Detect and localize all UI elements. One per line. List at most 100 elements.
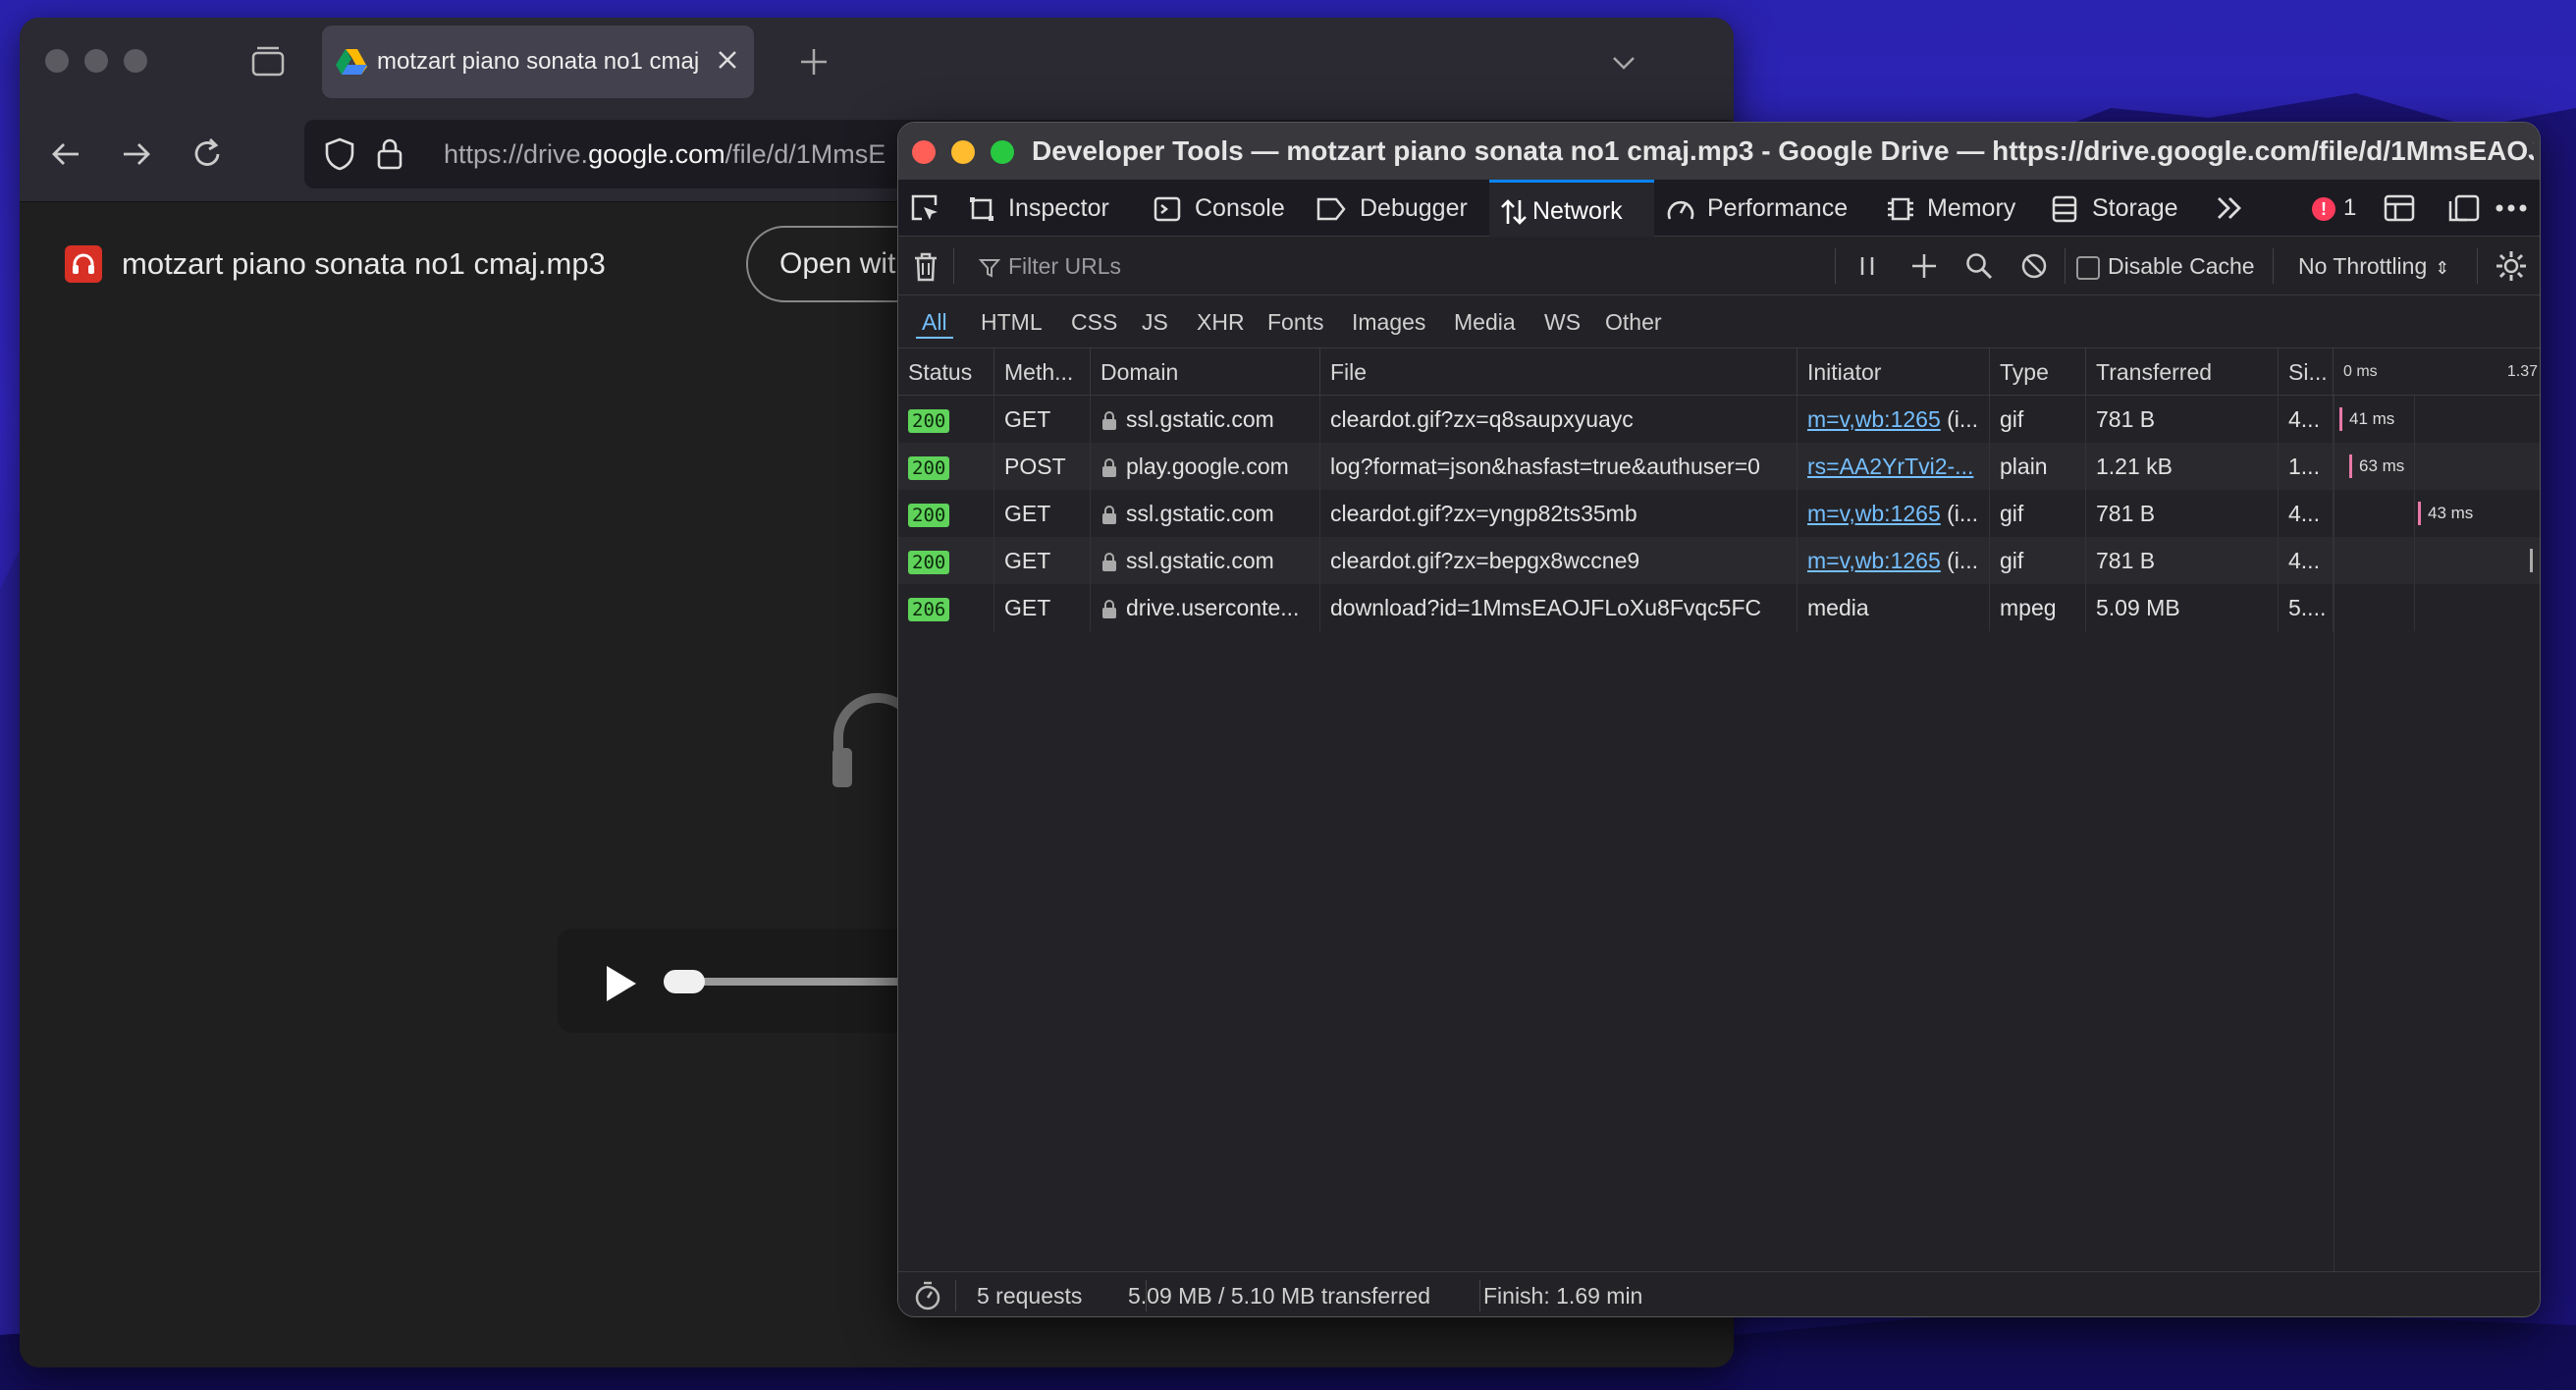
filter-media[interactable]: Media — [1454, 295, 1516, 348]
cell-initiator[interactable]: media — [1798, 584, 1990, 631]
search-icon[interactable] — [1964, 251, 1994, 281]
table-row[interactable]: 206 GET drive.userconte... download?id=1Mms… — [898, 584, 2540, 631]
zoom-devtools-button[interactable] — [991, 140, 1014, 164]
filter-html[interactable]: HTML — [981, 295, 1043, 348]
filter-urls-input[interactable]: Filter URLs — [979, 237, 1744, 295]
column-method[interactable]: Meth... — [994, 348, 1091, 396]
table-row[interactable]: 200 GET ssl.gstatic.com cleardot.gif?zx=bep… — [898, 537, 2540, 584]
throttling-label: No Throttling — [2298, 253, 2428, 279]
close-window-button[interactable] — [45, 49, 69, 73]
url-text: https://drive.google.com/file/d/1MmsE — [444, 120, 886, 188]
audio-file-icon — [65, 245, 102, 283]
disable-cache-checkbox[interactable]: Disable Cache — [2076, 237, 2255, 295]
column-transferred[interactable]: Transferred — [2086, 348, 2279, 396]
cell-method: GET — [994, 537, 1091, 584]
domain-text: play.google.com — [1126, 454, 1289, 479]
error-count[interactable]: 1 — [2343, 180, 2356, 237]
filter-ws[interactable]: WS — [1544, 295, 1581, 348]
close-devtools-button[interactable] — [912, 140, 936, 164]
table-row[interactable]: 200 POST play.google.com log?format=json&ha… — [898, 443, 2540, 490]
more-options-icon[interactable] — [2495, 201, 2528, 215]
tab-debugger[interactable]: Debugger — [1316, 180, 1468, 237]
initiator-link[interactable]: m=v,wb:1265 — [1807, 548, 1941, 573]
tab-console[interactable]: Console — [1154, 180, 1285, 237]
tab-overview-icon[interactable] — [249, 43, 287, 80]
tab-performance[interactable]: Performance — [1667, 180, 1848, 237]
network-settings-gear-icon[interactable] — [2495, 249, 2528, 283]
filter-js[interactable]: JS — [1142, 295, 1168, 348]
play-button[interactable] — [603, 964, 638, 1003]
zoom-window-button[interactable] — [124, 49, 147, 73]
domain-text: ssl.gstatic.com — [1126, 548, 1274, 573]
throttling-select[interactable]: No Throttling ⇕ — [2298, 237, 2449, 295]
filter-images[interactable]: Images — [1352, 295, 1425, 348]
status-badge: 200 — [908, 455, 950, 480]
divider — [955, 1280, 956, 1311]
element-picker-icon[interactable] — [908, 191, 941, 225]
tab-inspector[interactable]: Inspector — [970, 180, 1109, 237]
close-tab-icon[interactable] — [711, 43, 744, 77]
tab-storage[interactable]: Storage — [2052, 180, 2178, 237]
table-row[interactable]: 200 GET ssl.gstatic.com cleardot.gif?zx=q8s… — [898, 396, 2540, 443]
cell-initiator[interactable]: m=v,wb:1265 (i... — [1798, 537, 1990, 584]
cell-initiator[interactable]: m=v,wb:1265 (i... — [1798, 396, 1990, 443]
cell-file: cleardot.gif?zx=bepgx8wccne9 — [1320, 537, 1798, 584]
waterfall-timing-bar[interactable] — [2349, 454, 2352, 478]
filter-other[interactable]: Other — [1605, 295, 1662, 348]
domain-text: ssl.gstatic.com — [1126, 501, 1274, 526]
filter-fonts[interactable]: Fonts — [1267, 295, 1324, 348]
waterfall-timing-label: 63 ms — [2359, 456, 2405, 475]
back-button[interactable] — [47, 135, 84, 173]
column-file[interactable]: File — [1320, 348, 1798, 396]
minimize-window-button[interactable] — [84, 49, 108, 73]
filter-css-label: CSS — [1071, 309, 1118, 335]
column-status[interactable]: Status — [898, 348, 994, 396]
cell-domain: ssl.gstatic.com — [1091, 537, 1320, 584]
more-tools-chevron-icon[interactable] — [2214, 193, 2245, 223]
lock-icon[interactable] — [375, 136, 404, 172]
column-type[interactable]: Type — [1990, 348, 2086, 396]
dock-side-icon[interactable] — [2447, 193, 2481, 223]
tracking-protection-shield-icon[interactable] — [322, 136, 357, 172]
tab-network[interactable]: Network — [1489, 180, 1654, 237]
cell-status: 200 — [898, 537, 994, 584]
network-status-bar: 5 requests 5.09 MB / 5.10 MB transferred… — [898, 1271, 2540, 1316]
waterfall-timing-bar[interactable] — [2530, 549, 2533, 572]
status-badge: 206 — [908, 597, 950, 621]
browser-tab[interactable]: motzart piano sonata no1 cmaj.r — [322, 26, 754, 98]
tab-debugger-label: Debugger — [1360, 194, 1468, 222]
block-requests-icon[interactable] — [2019, 251, 2049, 281]
initiator-link[interactable]: m=v,wb:1265 — [1807, 406, 1941, 432]
waterfall-timing-bar[interactable] — [2418, 502, 2421, 525]
filter-css[interactable]: CSS — [1071, 295, 1117, 348]
add-request-blocking-plus-icon[interactable] — [1909, 251, 1939, 281]
column-size[interactable]: Si... — [2279, 348, 2334, 396]
forward-button[interactable] — [118, 135, 155, 173]
reload-button[interactable] — [188, 135, 226, 173]
network-filter-bar: Filter URLs Disable Cache No Throttling ⇕ — [898, 237, 2540, 295]
column-waterfall[interactable]: 0 ms 1.37 — [2334, 348, 2540, 396]
tab-list-chevron-down-icon[interactable] — [1606, 45, 1641, 80]
table-row[interactable]: 200 GET ssl.gstatic.com cleardot.gif?zx=yng… — [898, 490, 2540, 537]
cell-initiator[interactable]: m=v,wb:1265 (i... — [1798, 490, 1990, 537]
column-domain[interactable]: Domain — [1091, 348, 1320, 396]
initiator-link[interactable]: rs=AA2YrTvi2-... — [1807, 454, 1973, 479]
clear-trash-icon[interactable] — [912, 251, 939, 283]
column-initiator[interactable]: Initiator — [1798, 348, 1990, 396]
split-console-icon[interactable] — [2383, 193, 2416, 223]
tab-memory[interactable]: Memory — [1888, 180, 2015, 237]
minimize-devtools-button[interactable] — [951, 140, 975, 164]
devtools-title-bar: Developer Tools — motzart piano sonata n… — [898, 123, 2540, 180]
seek-handle[interactable] — [664, 970, 705, 993]
waterfall-timing-bar[interactable] — [2339, 407, 2342, 431]
checkbox-box[interactable] — [2076, 255, 2100, 280]
initiator-link[interactable]: m=v,wb:1265 — [1807, 501, 1941, 526]
filter-xhr[interactable]: XHR — [1197, 295, 1245, 348]
pause-recording-icon[interactable] — [1856, 253, 1878, 279]
error-icon[interactable]: ! — [2312, 197, 2335, 221]
new-tab-button[interactable] — [795, 43, 832, 80]
performance-analysis-stopwatch-icon[interactable] — [912, 1280, 943, 1311]
filter-all[interactable]: All — [916, 295, 953, 348]
waterfall-timing-label: 43 ms — [2428, 504, 2474, 522]
cell-initiator[interactable]: rs=AA2YrTvi2-... — [1798, 443, 1990, 490]
